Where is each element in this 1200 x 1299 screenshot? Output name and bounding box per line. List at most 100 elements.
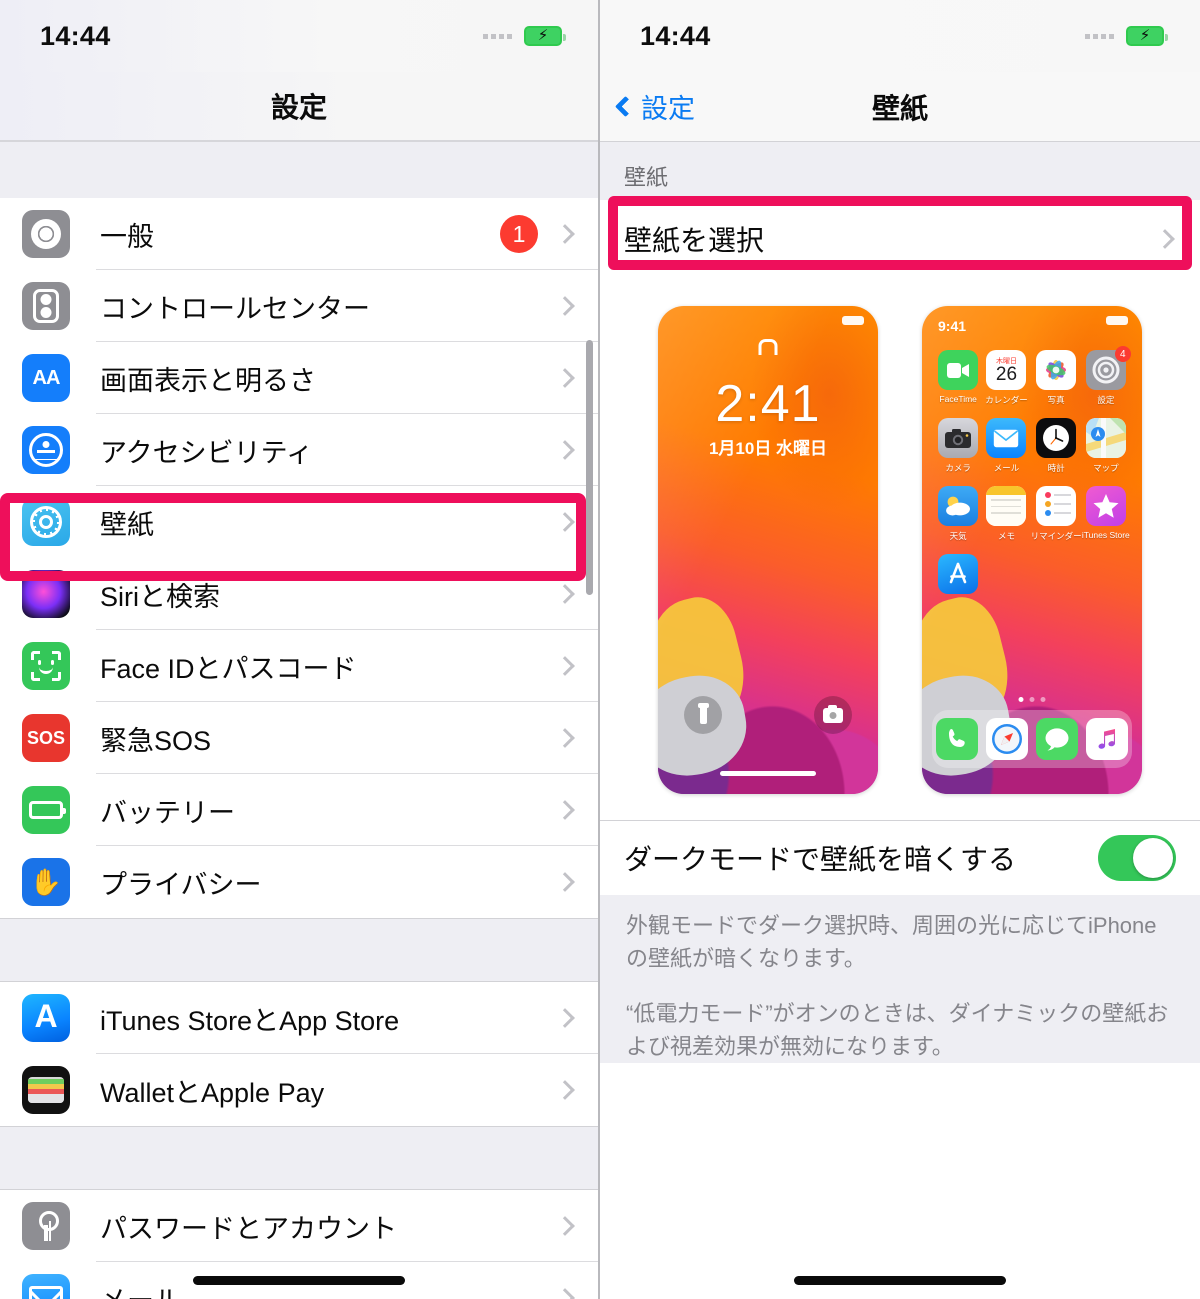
sidebar-item-itunes-app-store[interactable]: A iTunes StoreとApp Store bbox=[0, 982, 598, 1054]
sidebar-item-label: Siriと検索 bbox=[100, 581, 220, 612]
control-center-icon bbox=[22, 282, 70, 330]
sidebar-item-label: 画面表示と明るさ bbox=[100, 365, 316, 396]
photos-icon bbox=[1036, 350, 1077, 390]
facetime-icon bbox=[938, 350, 979, 390]
nav-bar: 設定 壁紙 bbox=[600, 72, 1200, 142]
sidebar-item-label: コントロールセンター bbox=[100, 293, 370, 324]
sidebar-item-label: 緊急SOS bbox=[100, 725, 212, 756]
list-gap bbox=[0, 1127, 598, 1189]
sidebar-item-label: iTunes StoreとApp Store bbox=[100, 1005, 400, 1036]
status-pill-icon bbox=[842, 316, 864, 325]
sidebar-item-privacy[interactable]: ✋ プライバシー bbox=[0, 846, 598, 918]
battery-charging-icon: ⚡ bbox=[1126, 26, 1168, 46]
sidebar-item-display-brightness[interactable]: AA 画面表示と明るさ bbox=[0, 342, 598, 414]
status-badge: 4 bbox=[1114, 346, 1131, 362]
chevron-right-icon bbox=[555, 1288, 575, 1299]
signal-dots-icon bbox=[1085, 33, 1114, 39]
dark-mode-dim-toggle[interactable] bbox=[1098, 835, 1176, 881]
sidebar-item-label: プライバシー bbox=[100, 869, 262, 900]
back-label: 設定 bbox=[641, 94, 695, 124]
dark-mode-dim-row[interactable]: ダークモードで壁紙を暗くする bbox=[600, 821, 1200, 895]
dark-mode-dim-label: ダークモードで壁紙を暗くする bbox=[624, 844, 1017, 875]
chevron-right-icon bbox=[555, 296, 575, 316]
app-itunes-store: iTunes Store bbox=[1082, 486, 1130, 542]
sidebar-item-label: Face IDとパスコード bbox=[100, 653, 357, 684]
chevron-right-icon bbox=[555, 1080, 575, 1100]
phone-icon bbox=[936, 718, 978, 760]
page-dots bbox=[1018, 697, 1046, 702]
sidebar-item-wallet-apple-pay[interactable]: WalletとApple Pay bbox=[0, 1054, 598, 1126]
app-facetime: FaceTime bbox=[934, 350, 982, 406]
app-grid: FaceTime 木曜日 26 カレンダー 写真 4 設定 カメラ メール 時計… bbox=[934, 346, 1131, 608]
chevron-right-icon bbox=[555, 656, 575, 676]
app-camera: カメラ bbox=[934, 418, 982, 474]
flashlight-icon bbox=[684, 696, 722, 734]
display-brightness-icon: AA bbox=[22, 354, 70, 402]
sidebar-item-label: アクセシビリティ bbox=[100, 437, 314, 468]
sidebar-item-passwords-accounts[interactable]: パスワードとアカウント bbox=[0, 1190, 598, 1262]
chevron-right-icon bbox=[555, 584, 575, 604]
music-icon bbox=[1086, 718, 1128, 760]
maps-icon bbox=[1085, 418, 1126, 458]
sos-icon: SOS bbox=[22, 714, 70, 762]
scrollbar[interactable] bbox=[586, 340, 593, 595]
sidebar-item-battery[interactable]: バッテリー bbox=[0, 774, 598, 846]
status-bar: 14:44 ⚡ bbox=[600, 0, 1200, 72]
chevron-right-icon bbox=[555, 872, 575, 892]
sidebar-item-emergency-sos[interactable]: SOS 緊急SOS bbox=[0, 702, 598, 774]
siri-icon bbox=[22, 570, 70, 618]
app-notes: メモ bbox=[982, 486, 1030, 542]
wallpaper-screen: 14:44 ⚡ 設定 壁紙 壁紙 壁紙を選択 2:41 1月10日 水曜日 9:… bbox=[600, 0, 1200, 1299]
face-id-icon bbox=[22, 642, 70, 690]
home-indicator bbox=[193, 1276, 405, 1285]
app-store-icon: A bbox=[22, 994, 70, 1042]
chevron-left-icon bbox=[614, 95, 637, 118]
notes-icon bbox=[986, 486, 1027, 526]
home-indicator bbox=[720, 771, 816, 776]
calendar-icon: 木曜日 26 bbox=[986, 350, 1027, 390]
app-settings: 4 設定 bbox=[1082, 346, 1131, 406]
app-reminders: リマインダー bbox=[1031, 486, 1082, 542]
chevron-right-icon bbox=[555, 728, 575, 748]
status-bar: 14:44 ⚡ bbox=[0, 0, 598, 72]
privacy-hand-icon: ✋ bbox=[22, 858, 70, 906]
reminders-icon bbox=[1036, 486, 1077, 526]
lock-time: 2:41 bbox=[715, 375, 821, 433]
back-button[interactable]: 設定 bbox=[614, 87, 695, 126]
camera-icon bbox=[814, 696, 852, 734]
lock-screen-preview[interactable]: 2:41 1月10日 水曜日 bbox=[658, 306, 878, 794]
status-indicators: ⚡ bbox=[1085, 26, 1168, 46]
footnote-text: 外観モードでダーク選択時、周囲の光に応じてiPhoneの壁紙が暗くなります。 bbox=[626, 913, 1157, 971]
sidebar-item-siri-search[interactable]: Siriと検索 bbox=[0, 558, 598, 630]
choose-wallpaper-row[interactable]: 壁紙を選択 bbox=[600, 200, 1200, 278]
chevron-right-icon bbox=[555, 1008, 575, 1028]
section-header: 壁紙 bbox=[600, 142, 1200, 200]
chevron-right-icon bbox=[555, 1216, 575, 1236]
camera-app-icon bbox=[938, 418, 979, 458]
list-gap bbox=[0, 919, 598, 981]
choose-wallpaper-label: 壁紙を選択 bbox=[624, 225, 765, 256]
sidebar-item-label: 壁紙 bbox=[100, 509, 154, 540]
sidebar-item-accessibility[interactable]: アクセシビリティ bbox=[0, 414, 598, 486]
sidebar-item-control-center[interactable]: コントロールセンター bbox=[0, 270, 598, 342]
list-gap bbox=[0, 142, 598, 198]
clock-icon bbox=[1036, 418, 1077, 458]
sidebar-item-wallpaper[interactable]: 壁紙 bbox=[0, 486, 598, 558]
weather-icon bbox=[938, 486, 979, 526]
dual-screenshot: 14:44 ⚡ 設定 一般 1 コントロールセンター AA 画面表示と明るさ ア… bbox=[0, 0, 1200, 1299]
battery-charging-icon: ⚡ bbox=[524, 26, 566, 46]
app-photos: 写真 bbox=[1031, 350, 1082, 406]
sidebar-item-label: WalletとApple Pay bbox=[100, 1077, 325, 1108]
wallpaper-icon bbox=[22, 498, 70, 546]
home-screen-preview[interactable]: 9:41 FaceTime 木曜日 26 カレンダー 写真 4 設定 カメラ メ… bbox=[922, 306, 1142, 794]
itunes-store-icon bbox=[1085, 486, 1126, 526]
chevron-right-icon bbox=[555, 800, 575, 820]
status-time: 14:44 bbox=[640, 20, 711, 51]
sidebar-item-face-id[interactable]: Face IDとパスコード bbox=[0, 630, 598, 702]
sidebar-item-label: パスワードとアカウント bbox=[100, 1213, 397, 1244]
footnotes: 外観モードでダーク選択時、周囲の光に応じてiPhoneの壁紙が暗くなります。 “… bbox=[600, 895, 1200, 1063]
sidebar-item-general[interactable]: 一般 1 bbox=[0, 198, 598, 270]
mail-app-icon bbox=[986, 418, 1027, 458]
mail-icon bbox=[22, 1274, 70, 1299]
settings-screen: 14:44 ⚡ 設定 一般 1 コントロールセンター AA 画面表示と明るさ ア… bbox=[0, 0, 600, 1299]
